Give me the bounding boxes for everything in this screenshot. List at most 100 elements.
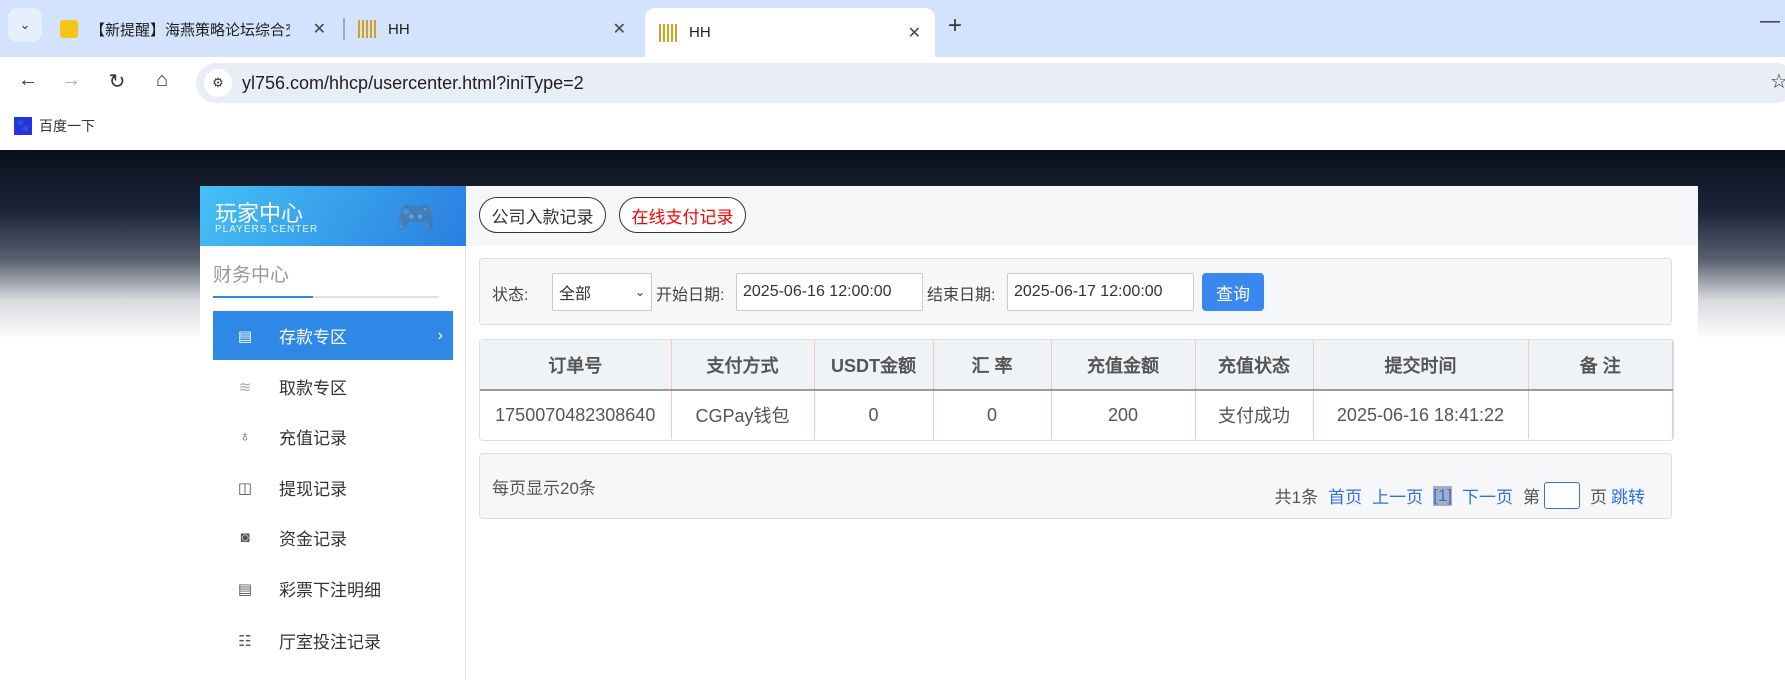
- gamepad-icon: 🎮: [396, 199, 436, 235]
- sidebar-item-label: 彩票下注明细: [279, 581, 381, 600]
- sidebar-item-label: 提现记录: [279, 480, 347, 499]
- sidebar-item-hall-bets[interactable]: ☷ 厅室投注记录: [213, 616, 453, 665]
- section-title: 财务中心: [213, 265, 290, 286]
- address-bar[interactable]: ⚙ yl756.com/hhcp/usercenter.html?iniType…: [196, 63, 1785, 103]
- table-row: 1750070482308640 CGPay钱包 0 0 200 支付成功 20…: [480, 390, 1673, 439]
- column-header: 汇 率: [933, 340, 1052, 391]
- wallet-icon: ◫: [237, 479, 253, 497]
- first-page-link[interactable]: 首页: [1328, 483, 1362, 508]
- next-page-link[interactable]: 下一页: [1462, 483, 1513, 508]
- page-prefix: 第: [1523, 488, 1540, 507]
- records-table: 订单号 支付方式 USDT金额 汇 率 充值金额 充值状态 提交时间 备 注 1…: [479, 339, 1674, 441]
- card-icon: ▤: [237, 327, 253, 345]
- tab-company-deposit[interactable]: 公司入款记录: [479, 197, 606, 233]
- submit-time: 2025-06-16 18:41:22: [1313, 390, 1529, 439]
- column-header: 充值金额: [1051, 340, 1196, 391]
- tab-title: HH: [388, 20, 410, 38]
- hh-favicon-icon: [659, 23, 677, 42]
- page-number-input[interactable]: [1544, 482, 1580, 509]
- sidebar-header: 玩家中心 PLAYERS CENTER 🎮: [200, 186, 466, 246]
- hand-money-icon: ≋: [238, 378, 252, 396]
- jump-link[interactable]: 跳转: [1611, 483, 1645, 508]
- sidebar-item-label: 取款专区: [279, 379, 347, 398]
- sidebar-item-label: 资金记录: [279, 530, 347, 549]
- status-label: 状态:: [492, 287, 529, 304]
- close-tab-icon[interactable]: ✕: [613, 19, 626, 39]
- column-header: USDT金额: [814, 340, 934, 391]
- browser-tab[interactable]: HH ✕: [350, 8, 640, 50]
- back-icon[interactable]: ←: [14, 69, 42, 92]
- status-value: 全部: [559, 286, 592, 303]
- query-button[interactable]: 查询: [1202, 273, 1264, 311]
- bookmark-star-icon[interactable]: ☆: [1770, 69, 1785, 94]
- page-suffix: 页: [1590, 488, 1607, 507]
- browser-tab[interactable]: 【新提醒】海燕策略论坛综合交 ✕: [50, 8, 340, 50]
- order-id: 1750070482308640: [480, 390, 672, 439]
- tab-divider: [343, 18, 345, 40]
- chevron-right-icon: ›: [437, 326, 443, 344]
- sidebar-item-withdraw-records[interactable]: ◫ 提现记录: [213, 463, 453, 512]
- cash-icon: ◙: [240, 529, 250, 546]
- prev-page-link[interactable]: 上一页: [1372, 483, 1423, 508]
- column-header: 提交时间: [1313, 340, 1529, 391]
- section-underline: [213, 296, 439, 298]
- note-favicon-icon: [60, 20, 78, 38]
- tab-title: 【新提醒】海燕策略论坛综合交: [90, 21, 290, 39]
- minimize-button[interactable]: —: [1760, 10, 1780, 33]
- hh-favicon-icon: [358, 20, 376, 38]
- end-date-label: 结束日期:: [927, 287, 996, 304]
- end-date-input[interactable]: 2025-06-17 12:00:00: [1007, 273, 1194, 311]
- sidebar-item-lottery-bets[interactable]: ▤ 彩票下注明细: [213, 564, 453, 613]
- browser-tab-strip: ⌄ 【新提醒】海燕策略论坛综合交 ✕ HH ✕ HH ✕ + —: [0, 0, 1785, 57]
- list-icon: ▤: [237, 580, 253, 598]
- start-date-label: 开始日期:: [656, 287, 725, 304]
- column-header: 支付方式: [671, 340, 815, 391]
- new-tab-button[interactable]: +: [948, 12, 962, 40]
- recharge-amount: 200: [1051, 390, 1196, 439]
- current-page: [1]: [1433, 485, 1452, 506]
- sidebar-item-withdraw[interactable]: ≋ 取款专区: [213, 362, 453, 411]
- tab-online-payment[interactable]: 在线支付记录: [619, 197, 746, 233]
- sidebar-item-label: 存款专区: [279, 328, 347, 347]
- column-header: 充值状态: [1195, 340, 1314, 391]
- site-settings-icon[interactable]: ⚙: [204, 69, 232, 97]
- column-header: 订单号: [480, 340, 672, 391]
- sidebar-item-fund-records[interactable]: ◙ 资金记录: [213, 513, 453, 562]
- filter-panel: 状态: 全部 ⌄ 开始日期: 2025-06-16 12:00:00 结束日期: …: [479, 258, 1672, 325]
- sidebar-item-deposit[interactable]: ▤ 存款专区 ›: [213, 311, 453, 360]
- total-count: 共1条: [1274, 488, 1319, 507]
- grid-list-icon: ☷: [238, 632, 252, 650]
- sidebar-item-label: 充值记录: [279, 429, 347, 448]
- payment-method: CGPay钱包: [671, 390, 815, 439]
- per-page-text: 每页显示20条: [492, 479, 596, 498]
- table-header-row: 订单号 支付方式 USDT金额 汇 率 充值金额 充值状态 提交时间 备 注: [480, 340, 1673, 391]
- usdt-amount: 0: [814, 390, 934, 439]
- reload-icon[interactable]: ↻: [103, 69, 131, 94]
- main-content: 公司入款记录 在线支付记录 状态: 全部 ⌄ 开始日期: 2025-06-16 1…: [466, 186, 1698, 680]
- tab-search-button[interactable]: ⌄: [8, 8, 42, 42]
- status-select[interactable]: 全部 ⌄: [552, 273, 652, 311]
- bookmark-label: 百度一下: [39, 118, 95, 134]
- sidebar-item-label: 厅室投注记录: [279, 633, 381, 652]
- url-text: yl756.com/hhcp/usercenter.html?iniType=2: [242, 73, 584, 93]
- exchange-rate: 0: [933, 390, 1052, 439]
- tab-title: HH: [689, 24, 711, 41]
- forward-icon[interactable]: →: [57, 69, 85, 92]
- record-tabs: 公司入款记录 在线支付记录: [466, 186, 1698, 246]
- close-tab-icon[interactable]: ✕: [313, 19, 326, 39]
- close-tab-icon[interactable]: ✕: [908, 23, 921, 43]
- column-header: 备 注: [1528, 340, 1673, 391]
- bookmarks-bar: 🐾 百度一下: [0, 107, 1785, 150]
- bookmark-item[interactable]: 🐾 百度一下: [14, 116, 95, 136]
- pagination-panel: 每页显示20条 共1条 首页 上一页 [1] 下一页 第 页 跳转: [479, 453, 1672, 519]
- sidebar-item-recharge-records[interactable]: ♁ 充值记录: [213, 412, 453, 461]
- sidebar: 玩家中心 PLAYERS CENTER 🎮 财务中心 ▤ 存款专区 › ≋ 取款专区 …: [200, 186, 466, 680]
- baidu-paw-icon: 🐾: [14, 117, 32, 135]
- browser-tab-active[interactable]: HH ✕: [645, 8, 935, 57]
- sidebar-subtitle: PLAYERS CENTER: [215, 224, 319, 235]
- recharge-status: 支付成功: [1195, 390, 1314, 439]
- start-date-input[interactable]: 2025-06-16 12:00:00: [736, 273, 923, 311]
- browser-toolbar: ← → ↻ ⌂ ⚙ yl756.com/hhcp/usercenter.html…: [0, 57, 1785, 107]
- home-icon[interactable]: ⌂: [148, 69, 176, 92]
- remark: [1528, 390, 1673, 439]
